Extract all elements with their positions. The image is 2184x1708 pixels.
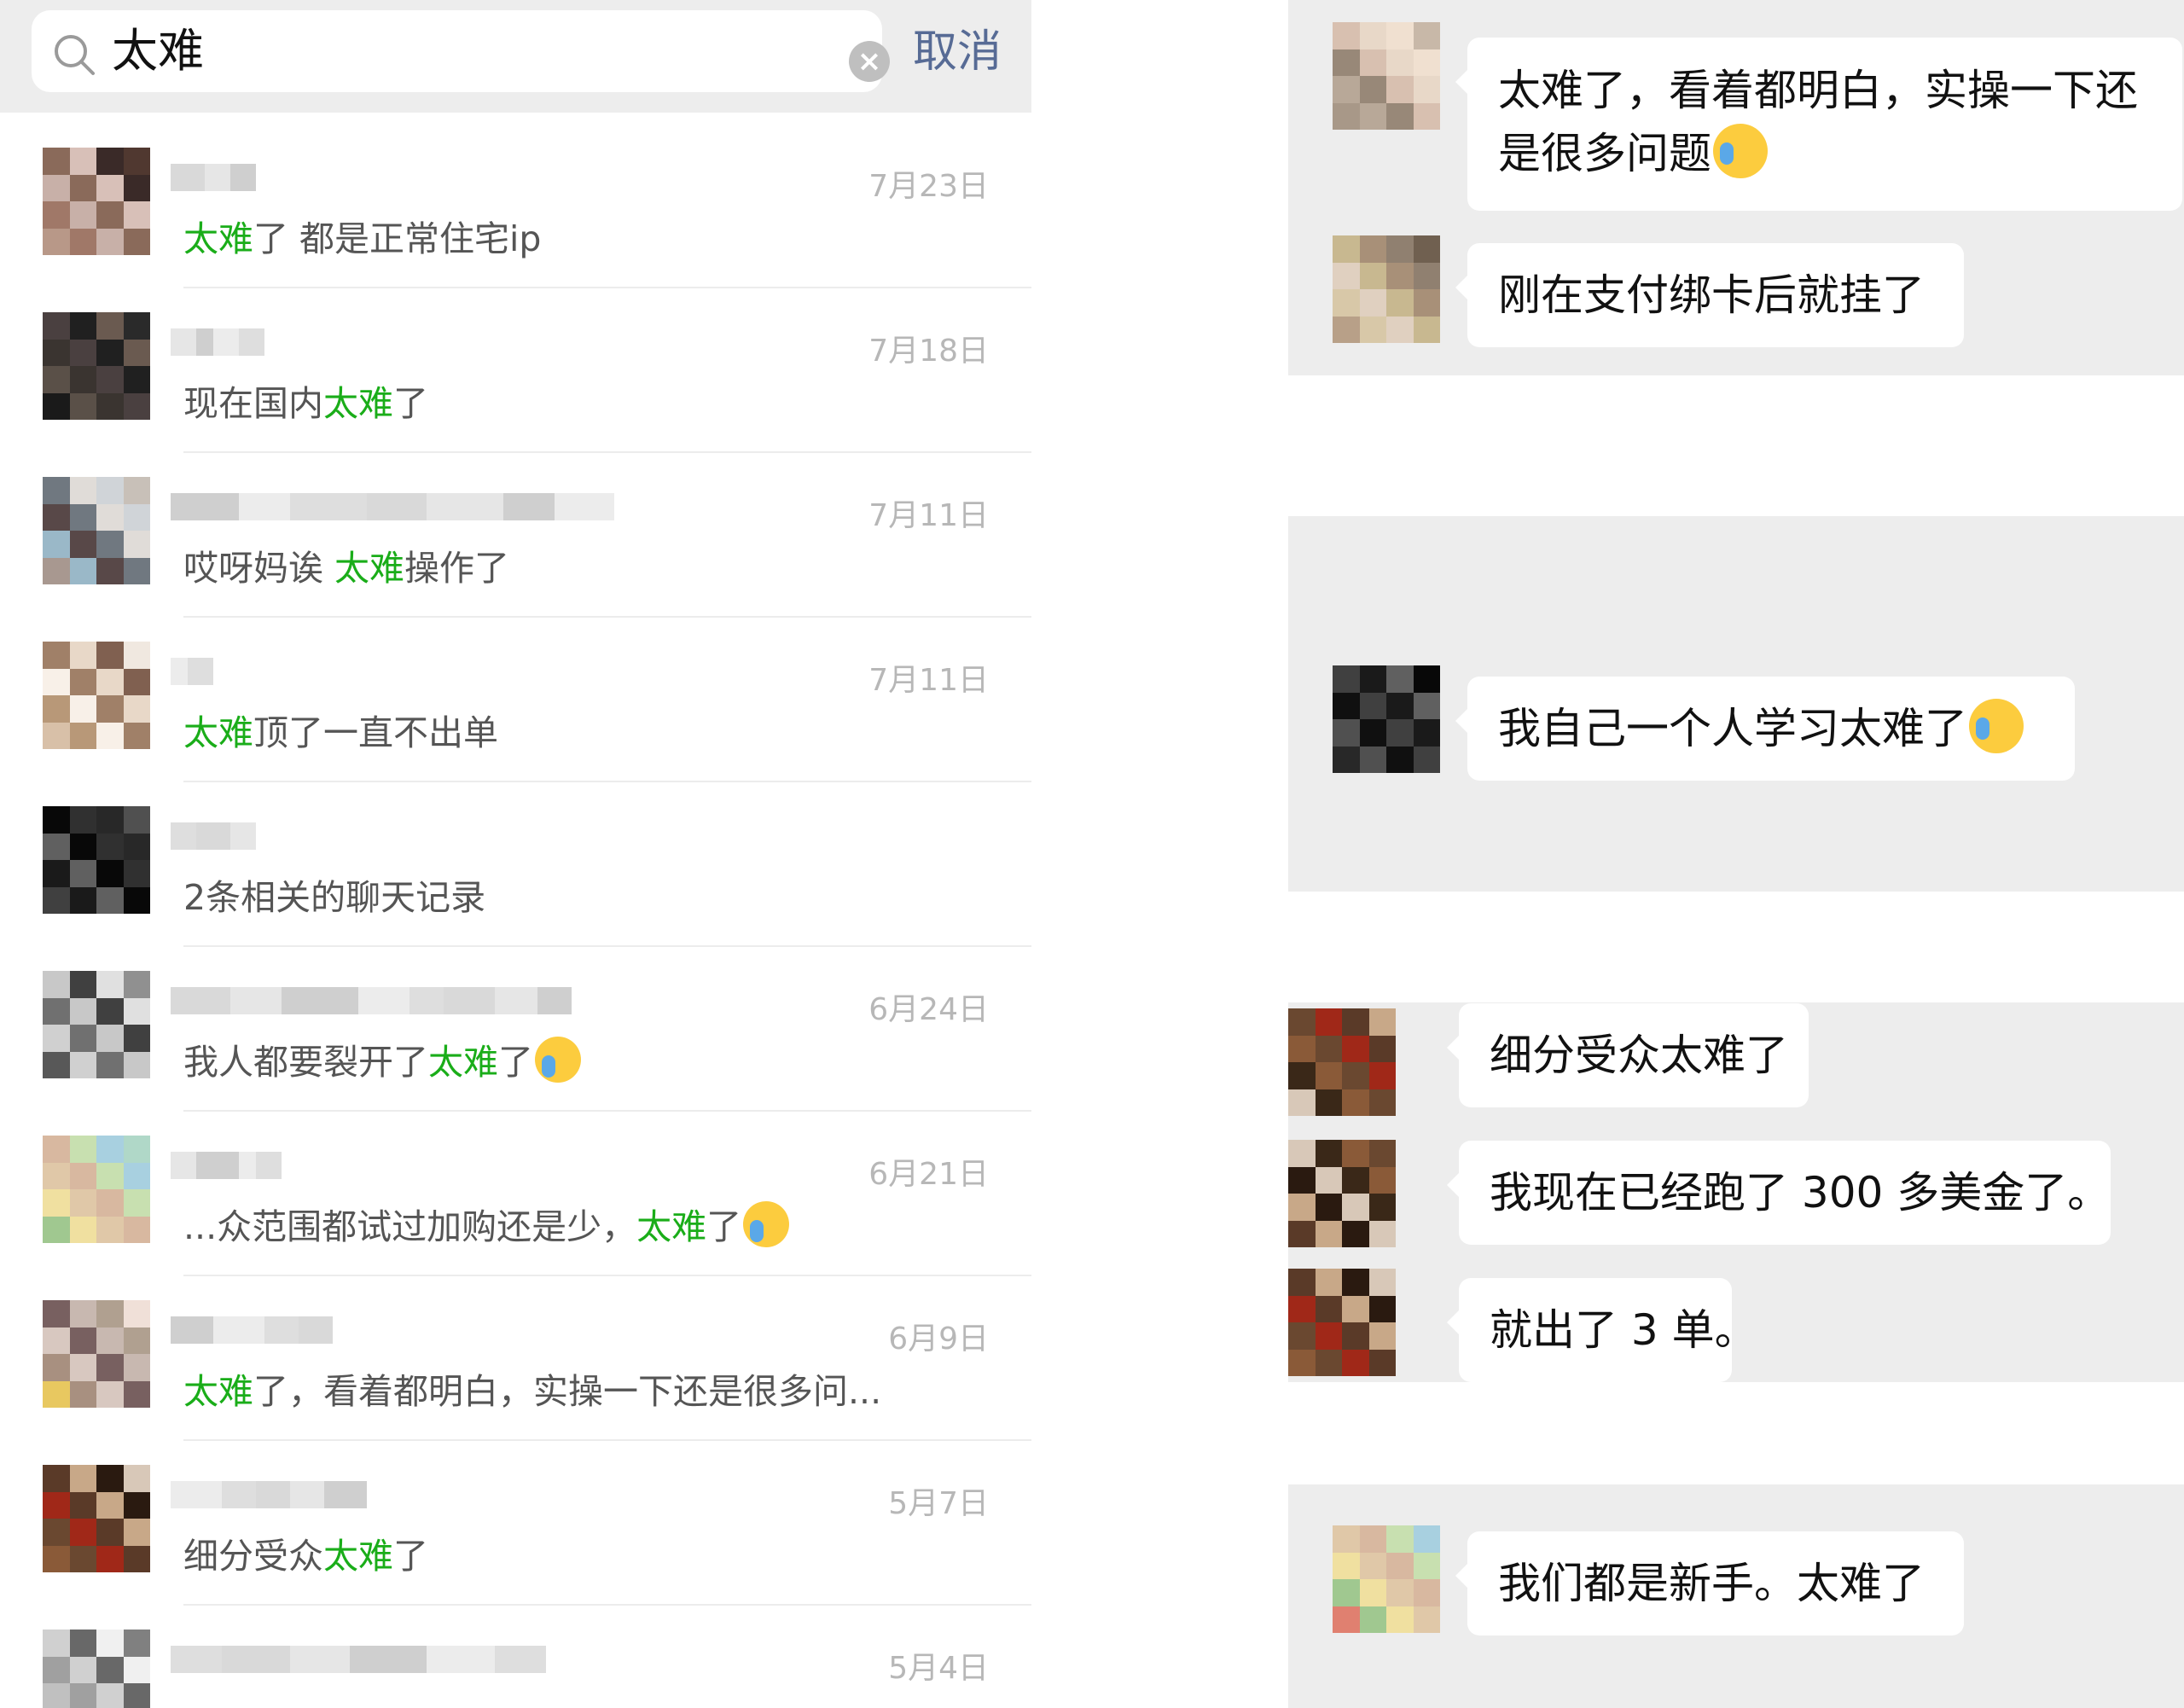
snippet-text: 了 [706, 1206, 742, 1247]
result-snippet: 2条相关的聊天记录 [183, 872, 485, 923]
chat-bubble[interactable]: 刚在支付绑卡后就挂了 [1455, 243, 1964, 347]
chat-avatar[interactable] [1288, 1140, 1396, 1247]
crying-face-emoji-icon [535, 1037, 581, 1083]
message-text: 是很多问题 [1498, 122, 2152, 185]
result-snippet: 我人都要裂开了太难了 [183, 1037, 581, 1088]
snippet-highlight: 太难 [636, 1206, 707, 1247]
snippet-text: ...众范围都试过加购还是少， [183, 1206, 637, 1247]
snippet-highlight: 太难 [183, 712, 253, 753]
message-text: 细分受众太难了 [1490, 1031, 1788, 1080]
message-text-line: 是很多问题 [1498, 129, 1711, 178]
crying-face-emoji-icon [743, 1201, 790, 1247]
snippet-highlight: 太难 [183, 1371, 253, 1412]
result-snippet: ...众范围都试过加购还是少，太难了 [183, 1201, 790, 1252]
avatar [43, 477, 150, 584]
chat-avatar[interactable] [1333, 665, 1440, 773]
chat-avatar[interactable] [1333, 235, 1440, 343]
result-snippet: 细分受众太难了 [183, 1531, 428, 1582]
snippet-text: 顶了一直不出单 [253, 712, 498, 753]
result-row[interactable]: 7月11日哎呀妈诶 太难操作了 [0, 453, 1031, 618]
chat-bubble[interactable]: 细分受众太难了 [1447, 1003, 1809, 1107]
snippet-text: 了，看着都明白，实操一下还是很多问... [253, 1371, 882, 1412]
result-row[interactable]: 7月23日太难了 都是正常住宅ip [0, 124, 1031, 288]
result-date: 7月18日 [868, 334, 989, 369]
chat-bubble[interactable]: 我自己一个人学习太难了 [1455, 677, 2075, 781]
chat-avatar[interactable] [1333, 1525, 1440, 1633]
result-snippet: 现在国内太难了 [183, 378, 428, 429]
snippet-text: 哎呀妈诶 [183, 548, 335, 589]
search-input[interactable]: 太难 [112, 22, 204, 80]
avatar [43, 806, 150, 914]
chat-avatar[interactable] [1288, 1008, 1396, 1116]
avatar [43, 642, 150, 749]
message-text: 刚在支付绑卡后就挂了 [1498, 270, 1925, 320]
avatar [43, 148, 150, 255]
avatar [43, 971, 150, 1078]
search-results-panel: 太难 × 取消 7月23日 太难了 都是正常住宅ip 7月18日 现在国内太难了 7月1… [0, 0, 1031, 1708]
chat-bubble[interactable]: 太难了，看着都明白，实操一下还 是很多问题 [1455, 38, 2182, 211]
result-row[interactable]: 6月9日 太难了，看着都明白，实操一下还是很多问... [0, 1276, 1031, 1441]
message-text: 我现在已经跑了 300 多美金了。 [1490, 1168, 2111, 1217]
snippet-text: 了 [393, 383, 428, 424]
result-snippet: 哎呀妈诶 太难操作了 [183, 543, 509, 594]
chat-avatar[interactable] [1333, 22, 1440, 130]
result-row[interactable]: 6月21日 ...众范围都试过加购还是少，太难了 [0, 1112, 1031, 1276]
snippet-text: 了 都是正常住宅ip [253, 218, 542, 259]
snippet-text: 操作了 [404, 548, 510, 589]
avatar [43, 1465, 150, 1572]
result-row[interactable]: 5月4日 [0, 1606, 1031, 1708]
result-date: 7月11日 [868, 498, 989, 533]
snippet-highlight: 太难 [183, 218, 253, 259]
search-header: 太难 × 取消 [0, 0, 1031, 113]
result-date: 6月21日 [868, 1157, 989, 1192]
result-date: 6月24日 [868, 992, 989, 1027]
message-text: 我自己一个人学习太难了 [1498, 697, 2044, 760]
result-row[interactable]: 7月11日太难顶了一直不出单 [0, 618, 1031, 782]
cancel-button[interactable]: 取消 [913, 26, 1002, 78]
message-text: 就出了 3 单。 [1490, 1305, 1757, 1355]
message-text: 太难了，看着都明白，实操一下还 [1498, 66, 2138, 115]
result-row[interactable]: 2条相关的聊天记录 [0, 782, 1031, 947]
result-row[interactable]: 5月7日细分受众太难了 [0, 1441, 1031, 1606]
snippet-text: 2条相关的聊天记录 [183, 877, 486, 918]
message-text: 我们都是新手。太难了 [1498, 1559, 1925, 1608]
result-date: 5月4日 [888, 1651, 989, 1686]
search-icon [55, 35, 95, 75]
snippet-text: 细分受众 [183, 1536, 323, 1577]
snippet-text: 了 [498, 1042, 533, 1083]
avatar [43, 1300, 150, 1408]
snippet-text: 现在国内 [183, 383, 323, 424]
crying-face-emoji-icon [1713, 124, 1768, 178]
snippet-text: 我人都要裂开了 [183, 1042, 428, 1083]
chat-bubble[interactable]: 就出了 3 单。 [1447, 1278, 1757, 1382]
result-date: 6月9日 [888, 1322, 989, 1357]
search-box[interactable]: 太难 × [32, 10, 890, 92]
result-date: 7月11日 [868, 663, 989, 698]
result-row[interactable]: 7月18日现在国内太难了 [0, 288, 1031, 453]
snippet-highlight: 太难 [334, 548, 405, 589]
avatar [43, 1630, 150, 1708]
crying-face-emoji-icon [1969, 699, 2024, 753]
result-row[interactable]: 6月24日我人都要裂开了太难了 [0, 947, 1031, 1112]
snippet-highlight: 太难 [428, 1042, 498, 1083]
snippet-highlight: 太难 [323, 1536, 393, 1577]
result-date: 5月7日 [888, 1486, 989, 1521]
snippet-text: 了 [393, 1536, 428, 1577]
chat-bubble[interactable]: 我现在已经跑了 300 多美金了。 [1447, 1141, 2111, 1245]
results-list: 7月23日 太难了 都是正常住宅ip 7月18日 现在国内太难了 7月11日 哎呀妈诶 太… [0, 124, 1031, 1708]
snippet-highlight: 太难 [323, 383, 393, 424]
result-date: 7月23日 [868, 169, 989, 204]
avatar [43, 312, 150, 420]
chat-bubble[interactable]: 我们都是新手。太难了 [1455, 1531, 1964, 1635]
result-snippet: 太难了 都是正常住宅ip [183, 213, 541, 264]
clear-icon[interactable]: × [849, 41, 890, 82]
result-snippet: 太难顶了一直不出单 [183, 707, 498, 758]
avatar [43, 1136, 150, 1243]
chat-panel: 太难了，看着都明白，实操一下还 是很多问题刚在支付绑卡后就挂了我自己一个人学习太难… [1288, 0, 2184, 1708]
chat-avatar[interactable] [1288, 1269, 1396, 1376]
result-snippet: 太难了，看着都明白，实操一下还是很多问... [183, 1366, 881, 1417]
